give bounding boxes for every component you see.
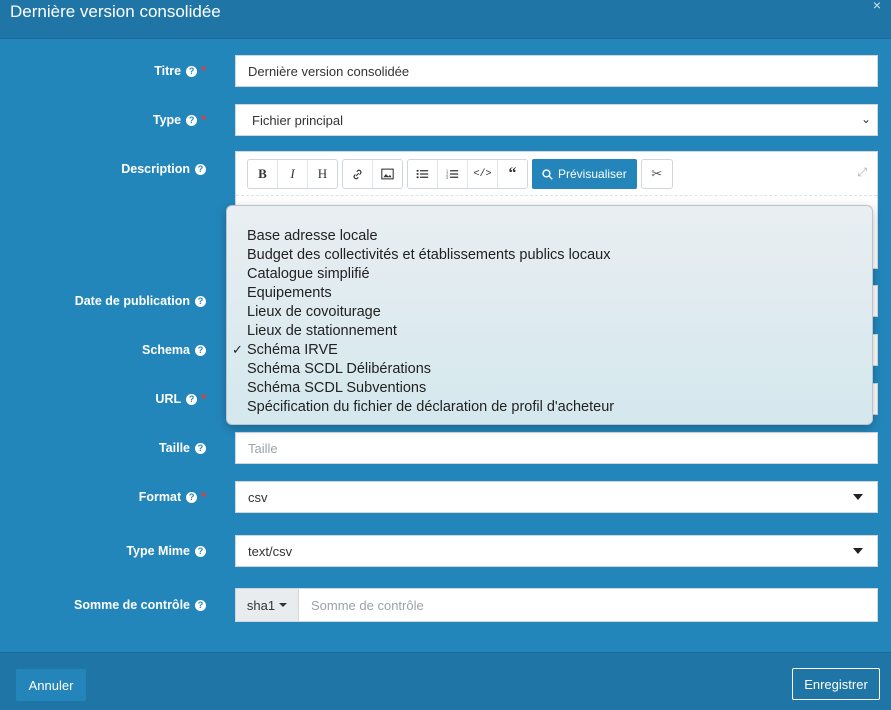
checksum-group: sha1 Somme de contrôle	[235, 588, 878, 622]
format-label: Format ? *	[138, 490, 206, 504]
taille-input[interactable]: Taille	[235, 432, 878, 464]
quote-icon[interactable]: “	[498, 160, 527, 188]
help-icon[interactable]: ?	[186, 65, 198, 77]
preview-button[interactable]: Prévisualiser	[532, 159, 637, 189]
chevron-down-icon: ⌄	[860, 112, 871, 126]
code-icon[interactable]: </>	[468, 160, 498, 188]
help-icon[interactable]: ?	[195, 295, 206, 307]
dialog-header: Dernière version consolidée ×	[0, 0, 891, 39]
mime-label: Type Mime ?	[126, 544, 206, 558]
caret-down-icon	[279, 603, 288, 607]
required-marker: *	[201, 490, 206, 504]
scissors-icon[interactable]: ✂	[640, 159, 673, 189]
dialog-footer: Annuler Enregistrer	[0, 652, 891, 710]
search-icon	[542, 168, 553, 180]
save-button[interactable]: Enregistrer	[792, 668, 880, 700]
cancel-button[interactable]: Annuler	[16, 669, 86, 701]
bold-button[interactable]: B	[248, 160, 278, 188]
schema-label: Schema ?	[142, 343, 206, 357]
schema-option[interactable]: Equipements	[247, 284, 332, 303]
url-label: URL ? *	[155, 392, 206, 406]
format-select[interactable]: csv	[235, 481, 878, 513]
link-icon[interactable]	[343, 160, 373, 188]
checksum-algo-dropdown[interactable]: sha1	[235, 588, 299, 622]
heading-button[interactable]: H	[308, 160, 337, 188]
dialog-title: Dernière version consolidée	[10, 2, 221, 21]
help-icon[interactable]: ?	[186, 491, 198, 503]
required-marker: *	[201, 392, 206, 406]
schema-option[interactable]: Lieux de covoiturage	[247, 303, 381, 322]
type-label: Type ? *	[152, 113, 206, 127]
close-icon[interactable]: ×	[873, 0, 881, 13]
type-select[interactable]: Fichier principal ⌄	[235, 104, 878, 136]
schema-option[interactable]: Budget des collectivités et établissemen…	[247, 246, 611, 265]
editor-divider	[236, 195, 877, 196]
titre-input[interactable]: Dernière version consolidée	[235, 55, 878, 87]
taille-label: Taille ?	[159, 441, 206, 455]
required-marker: *	[201, 113, 206, 127]
caret-down-icon	[853, 494, 863, 500]
caret-down-icon	[853, 548, 863, 554]
numbered-list-icon[interactable]: 123	[438, 160, 468, 188]
editor-toolbar: B I H 123 </> “ Prévisualiser ✂	[247, 159, 673, 189]
fullscreen-icon[interactable]: ⤢	[857, 165, 867, 180]
checksum-input[interactable]: Somme de contrôle	[299, 588, 878, 622]
italic-button[interactable]: I	[278, 160, 308, 188]
mime-select[interactable]: text/csv	[235, 535, 878, 567]
help-icon[interactable]: ?	[195, 545, 206, 557]
schema-option[interactable]: Schéma SCDL Délibérations	[247, 360, 431, 379]
schema-option[interactable]: Spécification du fichier de déclaration …	[247, 398, 614, 417]
help-icon[interactable]: ?	[195, 442, 206, 454]
help-icon[interactable]: ?	[186, 393, 198, 405]
schema-option[interactable]: Catalogue simplifié	[247, 265, 370, 284]
schema-dropdown-list[interactable]: Base adresse locale Budget des collectiv…	[226, 205, 873, 425]
image-icon[interactable]	[373, 160, 402, 188]
bullet-list-icon[interactable]	[408, 160, 438, 188]
schema-option[interactable]: Schéma SCDL Subventions	[247, 379, 426, 398]
titre-label: Titre ? *	[154, 64, 206, 78]
svg-text:3: 3	[446, 175, 448, 180]
required-marker: *	[201, 64, 206, 78]
checksum-label: Somme de contrôle ?	[74, 598, 206, 612]
schema-option-selected[interactable]: Schéma IRVE	[247, 341, 338, 360]
checkmark-icon: ✓	[232, 342, 243, 357]
schema-option[interactable]: Lieux de stationnement	[247, 322, 397, 341]
help-icon[interactable]: ?	[195, 599, 206, 611]
schema-option[interactable]: Base adresse locale	[247, 227, 378, 246]
description-label: Description ?	[121, 162, 206, 176]
help-icon[interactable]: ?	[186, 114, 198, 126]
help-icon[interactable]: ?	[195, 344, 206, 356]
help-icon[interactable]: ?	[195, 163, 206, 175]
date-label: Date de publication ?	[75, 294, 206, 308]
